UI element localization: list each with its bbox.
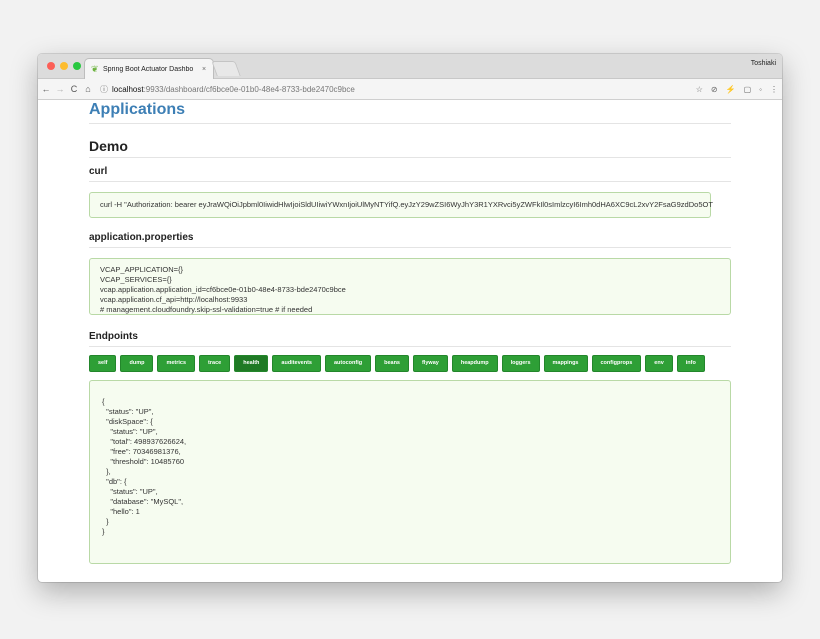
url-host: localhost [112,84,144,94]
property-line: VCAP_SERVICES={} [100,275,172,284]
endpoint-button-heapdump[interactable]: heapdump [451,355,498,372]
profile-name[interactable]: Toshiaki [751,60,776,67]
tab-title: Spring Boot Actuator Dashbo [103,65,194,73]
properties-heading: application.properties [89,232,731,248]
address-bar: ← → C ⌂ ⓘ localhost :9933/dashboard/cf6b… [38,79,782,100]
info-icon[interactable]: ⓘ [100,84,108,95]
properties-box[interactable]: VCAP_APPLICATION={} VCAP_SERVICES={} vca… [89,258,731,315]
endpoint-button-env[interactable]: env [645,355,673,372]
close-window-button[interactable] [47,62,55,70]
curl-command: curl -H "Authorization: bearer eyJraWQiO… [100,200,713,209]
page-title: Applications [89,100,731,124]
tab-bar: ❦ Spring Boot Actuator Dashbo × Toshiaki [38,54,782,79]
endpoint-button-loggers[interactable]: loggers [501,355,540,372]
reload-icon[interactable]: C [68,84,80,94]
url-field[interactable]: ⓘ localhost :9933/dashboard/cf6bce0e-01b… [100,82,688,96]
extension-bolt-icon[interactable]: ⚡ [726,85,736,94]
endpoint-button-dump[interactable]: dump [120,355,154,372]
endpoint-button-autoconfig[interactable]: autoconfig [324,355,372,372]
property-line: VCAP_APPLICATION={} [100,265,184,274]
endpoint-button-flyway[interactable]: flyway [413,355,448,372]
endpoint-button-beans[interactable]: beans [375,355,409,372]
endpoint-button-health[interactable]: health [234,355,269,372]
endpoints-heading: Endpoints [89,331,731,347]
endpoint-button-self[interactable]: self [89,355,117,372]
bookmark-star-icon[interactable]: ☆ [696,85,703,94]
curl-command-box[interactable]: curl -H "Authorization: bearer eyJraWQiO… [89,192,713,218]
endpoint-button-info[interactable]: info [676,355,705,372]
extension-shield-icon[interactable]: ⊘ [711,85,718,94]
endpoint-button-metrics[interactable]: metrics [157,355,196,372]
minimize-window-button[interactable] [60,62,68,70]
page-content: Applications Demo curl curl -H "Authoriz… [38,100,782,564]
toolbar-icons: ☆ ⊘ ⚡ ▢ ◦ ⋮ [688,85,778,94]
spring-leaf-icon: ❦ [91,63,99,74]
extension-cast-icon[interactable]: ◦ [759,85,762,94]
property-line: # management.cloudfoundry.skip-ssl-valid… [100,305,313,314]
property-line: vcap.application.cf_api=http://localhost… [100,295,248,304]
extension-square-icon[interactable]: ▢ [744,85,752,94]
browser-window: ❦ Spring Boot Actuator Dashbo × Toshiaki… [38,54,782,582]
application-name: Demo [89,138,731,158]
endpoint-button-mappings[interactable]: mappings [543,355,588,372]
endpoint-button-auditevents[interactable]: auditevents [272,355,321,372]
endpoint-buttons: self dump metrics trace health auditeven… [89,355,731,372]
menu-icon[interactable]: ⋮ [770,85,778,94]
endpoint-button-configprops[interactable]: configprops [591,355,642,372]
url-path: :9933/dashboard/cf6bce0e-01b0-48e4-8733-… [143,84,355,94]
tab-close-icon[interactable]: × [199,66,209,73]
property-line: vcap.application.application_id=cf6bce0e… [100,285,346,294]
browser-tab[interactable]: ❦ Spring Boot Actuator Dashbo × [84,58,214,79]
maximize-window-button[interactable] [73,62,81,70]
endpoint-response-box[interactable]: { "status": "UP", "diskSpace": { "status… [89,380,731,564]
new-tab-button[interactable] [211,61,241,76]
forward-icon[interactable]: → [54,84,66,94]
home-icon[interactable]: ⌂ [82,84,94,94]
endpoint-button-trace[interactable]: trace [199,355,231,372]
back-icon[interactable]: ← [40,84,52,94]
curl-heading: curl [89,166,731,182]
